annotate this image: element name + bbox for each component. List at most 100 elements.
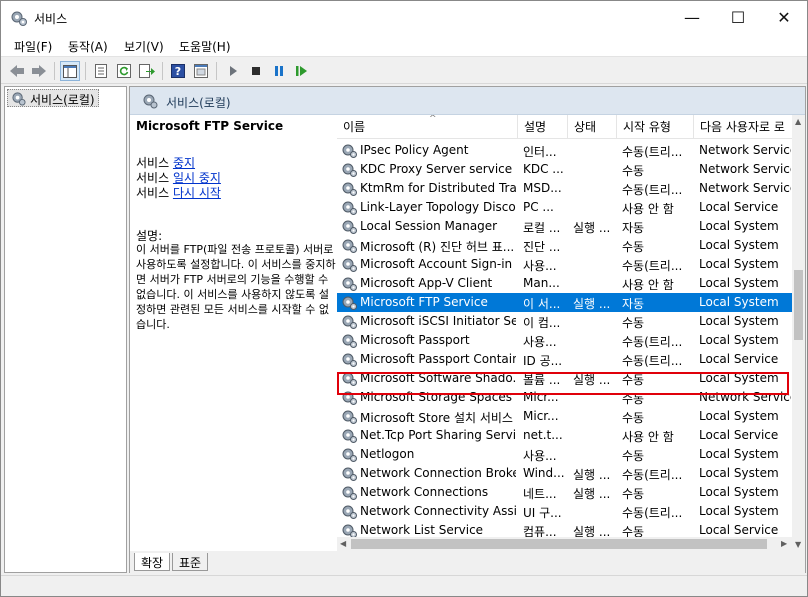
help-button[interactable]: ? — [168, 61, 188, 81]
column-status[interactable]: 상태 — [568, 115, 617, 139]
close-button[interactable]: ✕ — [761, 1, 807, 34]
scroll-left-icon[interactable]: ◀ — [340, 539, 346, 548]
service-row[interactable]: Net.Tcp Port Sharing Service net.t... 사용 안… — [337, 426, 792, 445]
service-logon-as: Local System — [699, 371, 779, 385]
horizontal-scrollbar[interactable]: ◀ ▶ — [337, 537, 792, 551]
service-row[interactable]: Microsoft Software Shado... 볼륨 ... 실행 ... 수… — [337, 369, 792, 388]
back-button[interactable] — [7, 61, 27, 81]
service-logon-as: Local System — [699, 295, 779, 309]
export-icon — [139, 64, 155, 78]
service-startup-type: 수동 — [622, 487, 645, 501]
close-icon: ✕ — [777, 8, 791, 27]
service-row[interactable]: Network Connections 네트... 실행 ... 수동 Local Sy… — [337, 483, 792, 502]
menu-action[interactable]: 동작(A) — [68, 38, 108, 55]
menu-help[interactable]: 도움말(H) — [179, 38, 231, 55]
service-logon-as: Local System — [699, 219, 779, 233]
service-name: Microsoft FTP Service — [360, 295, 488, 309]
service-row[interactable]: Microsoft (R) 진단 허브 표... 진단 ... 수동 Local Sy… — [337, 236, 792, 255]
service-gear-icon — [342, 296, 357, 310]
service-row[interactable]: Local Session Manager 로컬 ... 실행 ... 자동 Local… — [337, 217, 792, 236]
service-row[interactable]: Network Connectivity Assis... UI 구... 수동(트… — [337, 502, 792, 521]
forward-icon — [32, 65, 46, 77]
properties-icon — [95, 64, 107, 78]
scroll-right-icon[interactable]: ▶ — [781, 539, 787, 548]
selected-service-row[interactable]: Microsoft FTP Service 이 서... 실행 ... 자동 Local… — [337, 293, 792, 312]
start-service-button[interactable] — [223, 61, 243, 81]
scroll-up-icon[interactable]: ▲ — [795, 117, 801, 126]
show-tree-button[interactable] — [60, 61, 80, 81]
column-logon-as[interactable]: 다음 사용자로 로 — [694, 115, 792, 139]
horizontal-scroll-thumb[interactable] — [351, 539, 767, 549]
service-logon-as: Local System — [699, 409, 779, 423]
restart-link-row: 서비스 다시 시작 — [136, 186, 221, 200]
stop-service-button[interactable] — [246, 61, 266, 81]
service-gear-icon — [342, 429, 357, 443]
scroll-down-icon[interactable]: ▼ — [795, 540, 801, 549]
service-row[interactable]: Microsoft iSCSI Initiator Se... 이 컴... 수동 L… — [337, 312, 792, 331]
service-status: 실행 ... — [573, 468, 611, 482]
service-logon-as: Local Service — [699, 200, 779, 214]
service-gear-icon — [342, 353, 357, 367]
svg-text:?: ? — [175, 65, 181, 78]
pause-service-button[interactable] — [269, 61, 289, 81]
refresh-button[interactable] — [114, 61, 134, 81]
export-button[interactable] — [137, 61, 157, 81]
service-name: Network Connections — [360, 485, 489, 499]
service-row[interactable]: Microsoft Passport Container ID 공... 수동(트리… — [337, 350, 792, 369]
service-description: Micr... — [523, 390, 559, 404]
service-row[interactable]: Netlogon 사용... 수동 Local System — [337, 445, 792, 464]
minimize-button[interactable]: — — [669, 1, 715, 34]
service-startup-type: 사용 안 함 — [622, 202, 674, 216]
service-logon-as: Local System — [699, 238, 779, 252]
service-logon-as: Network Service — [699, 162, 791, 176]
service-row[interactable]: Microsoft Account Sign-in ... 사용... 수동(트리.… — [337, 255, 792, 274]
service-name: Microsoft App-V Client — [360, 276, 493, 290]
view-button[interactable] — [191, 61, 211, 81]
maximize-button[interactable]: ☐ — [715, 1, 761, 34]
toolbar: ? — [1, 56, 807, 84]
tab-extended[interactable]: 확장 — [134, 553, 171, 571]
service-row[interactable]: Network Connection Broker Wind... 실행 ... 수동… — [337, 464, 792, 483]
pause-service-link[interactable]: 일시 중지 — [173, 171, 221, 185]
details-pane: 서비스(로컬) Microsoft FTP Service 서비스 중지 서비스… — [129, 86, 806, 573]
service-logon-as: Local System — [699, 314, 779, 328]
service-gear-icon — [342, 258, 357, 272]
service-row[interactable]: IPsec Policy Agent 인터... 수동(트리... Network S… — [337, 141, 792, 160]
service-row[interactable]: Microsoft Store 설치 서비스 Micr... 수동 Local Sys… — [337, 407, 792, 426]
service-description: 이 서... — [523, 297, 561, 311]
service-gear-icon — [342, 144, 357, 158]
vertical-scroll-thumb[interactable] — [794, 270, 803, 340]
service-name: Microsoft Passport — [360, 333, 470, 347]
service-startup-type: 수동 — [622, 392, 645, 406]
service-logon-as: Local System — [699, 466, 779, 480]
service-description: 진단 ... — [523, 240, 561, 254]
service-row[interactable]: KDC Proxy Server service (... KDC ... 수동 Ne… — [337, 160, 792, 179]
service-row[interactable]: Link-Layer Topology Disco... PC ... 사용 안 함… — [337, 198, 792, 217]
service-row[interactable]: Microsoft App-V Client Man... 사용 안 함 Local … — [337, 274, 792, 293]
service-name: Link-Layer Topology Disco... — [360, 200, 516, 214]
service-row[interactable]: Microsoft Storage Spaces ... Micr... 수동 Net… — [337, 388, 792, 407]
restart-service-link[interactable]: 다시 시작 — [173, 186, 221, 200]
restart-icon — [296, 66, 307, 76]
tree-item-services-local[interactable]: 서비스(로컬) — [7, 89, 99, 107]
column-startup-type[interactable]: 시작 유형 — [617, 115, 694, 139]
column-name[interactable]: 이름 ^ — [337, 115, 518, 139]
service-row[interactable]: Microsoft Passport 사용... 수동(트리... Local Sys… — [337, 331, 792, 350]
help-icon: ? — [171, 64, 185, 78]
service-gear-icon — [342, 201, 357, 215]
service-description: 네트... — [523, 487, 557, 501]
menu-view[interactable]: 보기(V) — [124, 38, 164, 55]
column-description[interactable]: 설명 — [518, 115, 568, 139]
service-gear-icon — [342, 315, 357, 329]
vertical-scrollbar[interactable]: ▲ ▼ — [792, 115, 805, 552]
stop-service-link[interactable]: 중지 — [173, 156, 195, 170]
tab-standard[interactable]: 표준 — [172, 553, 209, 571]
menu-file[interactable]: 파일(F) — [14, 38, 52, 55]
service-startup-type: 사용 안 함 — [622, 278, 674, 292]
service-row[interactable]: KtmRm for Distributed Tra... MSD... 수동(트리.… — [337, 179, 792, 198]
properties-button[interactable] — [91, 61, 111, 81]
restart-service-button[interactable] — [292, 61, 312, 81]
service-description: Micr... — [523, 409, 559, 423]
forward-button[interactable] — [29, 61, 49, 81]
service-startup-type: 자동 — [622, 297, 645, 311]
